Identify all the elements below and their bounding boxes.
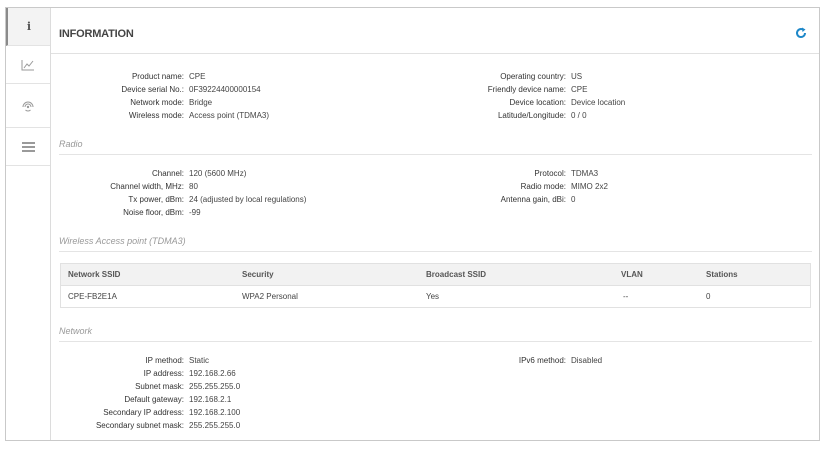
table-header: Network SSID Security Broadcast SSID VLA… bbox=[61, 264, 810, 286]
list-icon bbox=[21, 141, 35, 152]
table-cell: Yes bbox=[426, 292, 440, 301]
info-device-location: Device location: Device location bbox=[509, 98, 626, 107]
chart-icon bbox=[21, 59, 34, 70]
column-header: VLAN bbox=[621, 270, 643, 279]
sidebar-item-information[interactable]: i bbox=[6, 8, 50, 46]
app-frame: i INFORMATION Product name: CPE Device s… bbox=[5, 7, 820, 441]
table-row[interactable]: CPE-FB2E1A WPA2 Personal Yes -- 0 bbox=[61, 286, 810, 307]
radio-noise-floor: Noise floor, dBm: -99 bbox=[123, 208, 201, 217]
network-default-gateway: Default gateway: 192.168.2.1 bbox=[124, 395, 232, 404]
page-title: INFORMATION bbox=[59, 28, 134, 40]
network-ip-address: IP address: 192.168.2.66 bbox=[143, 369, 236, 378]
info-product-name: Product name: CPE bbox=[131, 72, 206, 81]
info-operating-country: Operating country: US bbox=[500, 72, 583, 81]
info-wireless-mode: Wireless mode: Access point (TDMA3) bbox=[128, 111, 270, 120]
main-content: INFORMATION Product name: CPE Device seri… bbox=[51, 8, 819, 440]
wireless-icon bbox=[22, 101, 34, 112]
info-serial: Device serial No.: 0F39224400000154 bbox=[121, 85, 261, 94]
radio-mode: Radio mode: MIMO 2x2 bbox=[520, 182, 608, 191]
network-secondary-subnet: Secondary subnet mask: 255.255.255.0 bbox=[95, 421, 241, 430]
table-cell: -- bbox=[623, 292, 629, 301]
network-subnet-mask: Subnet mask: 255.255.255.0 bbox=[135, 382, 241, 391]
sidebar: i bbox=[6, 8, 51, 440]
column-header: Stations bbox=[706, 270, 738, 279]
network-ip-method: IP method: Static bbox=[145, 356, 210, 365]
sidebar-item-wireless[interactable] bbox=[6, 84, 50, 128]
table-cell: WPA2 Personal bbox=[242, 292, 298, 301]
wap-table: Network SSID Security Broadcast SSID VLA… bbox=[60, 263, 811, 308]
section-title-wap: Wireless Access point (TDMA3) bbox=[59, 236, 186, 246]
page-header: INFORMATION bbox=[51, 8, 819, 54]
divider bbox=[59, 341, 812, 342]
sidebar-item-list[interactable] bbox=[6, 128, 50, 166]
radio-protocol: Protocol: TDMA3 bbox=[534, 169, 599, 178]
sidebar-item-statistics[interactable] bbox=[6, 46, 50, 84]
section-title-radio: Radio bbox=[59, 139, 83, 149]
refresh-icon[interactable] bbox=[795, 27, 807, 39]
info-friendly-name: Friendly device name: CPE bbox=[487, 85, 588, 94]
radio-antenna-gain: Antenna gain, dBi: 0 bbox=[500, 195, 576, 204]
column-header: Network SSID bbox=[68, 270, 121, 279]
column-header: Broadcast SSID bbox=[426, 270, 487, 279]
radio-channel-width: Channel width, MHz: 80 bbox=[110, 182, 198, 191]
section-title-network: Network bbox=[59, 326, 93, 336]
info-icon: i bbox=[26, 20, 32, 33]
table-cell: CPE-FB2E1A bbox=[68, 292, 117, 301]
network-secondary-ip: Secondary IP address: 192.168.2.100 bbox=[103, 408, 241, 417]
info-lat-long: Latitude/Longitude: 0 / 0 bbox=[497, 111, 587, 120]
info-network-mode: Network mode: Bridge bbox=[130, 98, 213, 107]
network-ipv6-method: IPv6 method: Disabled bbox=[518, 356, 603, 365]
radio-tx-power: Tx power, dBm: 24 (adjusted by local regu… bbox=[128, 195, 307, 204]
divider bbox=[59, 154, 812, 155]
divider bbox=[59, 251, 812, 252]
column-header: Security bbox=[242, 270, 274, 279]
table-cell: 0 bbox=[706, 292, 711, 301]
radio-channel: Channel: 120 (5600 MHz) bbox=[151, 169, 247, 178]
